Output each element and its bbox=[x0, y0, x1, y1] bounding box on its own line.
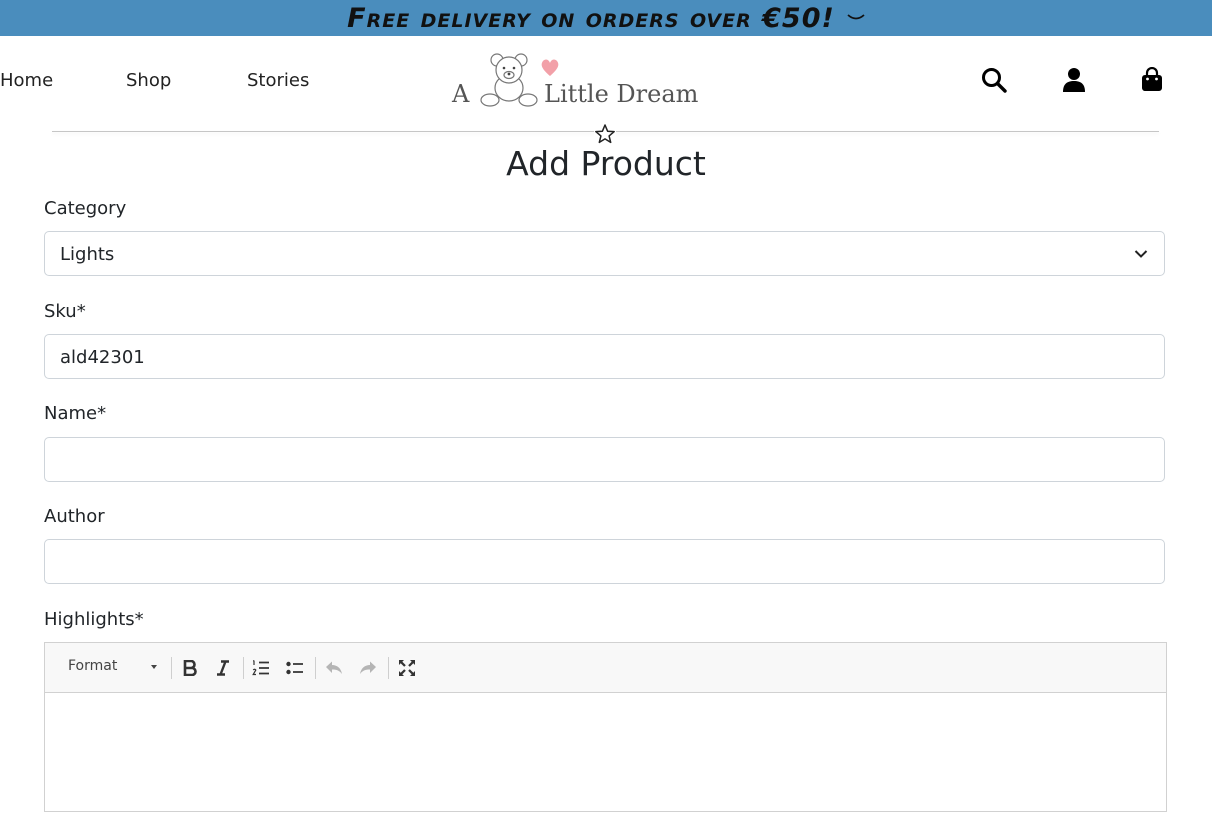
sku-label: Sku* bbox=[44, 301, 86, 322]
author-input[interactable] bbox=[44, 539, 1165, 584]
category-value: Lights bbox=[60, 244, 115, 265]
category-label: Category bbox=[44, 198, 127, 219]
search-button[interactable] bbox=[980, 65, 1008, 95]
heart-icon bbox=[541, 59, 559, 76]
category-select[interactable]: Lights bbox=[44, 231, 1165, 276]
editor-toolbar: Format bbox=[45, 643, 1166, 693]
star-outline-icon bbox=[594, 123, 616, 145]
sku-value: ald42301 bbox=[60, 347, 145, 368]
undo-icon bbox=[326, 661, 342, 674]
sku-input[interactable]: ald42301 bbox=[44, 334, 1165, 379]
site-logo[interactable]: A Little Dream bbox=[452, 50, 702, 112]
search-icon bbox=[982, 68, 1007, 93]
promo-banner[interactable]: Free delivery on orders over €50! bbox=[0, 0, 1212, 36]
undo-button[interactable] bbox=[323, 656, 345, 680]
nav-home[interactable]: Home bbox=[0, 70, 53, 91]
numbered-list-button[interactable] bbox=[250, 656, 272, 680]
redo-icon bbox=[360, 661, 376, 674]
cart-button[interactable] bbox=[1138, 65, 1166, 95]
name-input[interactable] bbox=[44, 437, 1165, 482]
logo-letter: A bbox=[452, 80, 470, 108]
numbered-list-icon bbox=[252, 660, 269, 676]
page-title: Add Product bbox=[506, 144, 706, 183]
nav-stories[interactable]: Stories bbox=[247, 70, 309, 91]
bulleted-list-icon bbox=[286, 661, 303, 675]
maximize-icon bbox=[399, 660, 415, 676]
name-label: Name* bbox=[44, 403, 107, 424]
chevron-down-icon[interactable] bbox=[847, 13, 865, 23]
editor-content-area[interactable] bbox=[45, 693, 1166, 813]
toolbar-separator bbox=[243, 657, 244, 679]
teddy-bear-icon bbox=[480, 53, 538, 107]
caret-down-icon bbox=[151, 665, 157, 669]
italic-icon bbox=[217, 660, 229, 676]
promo-text: Free delivery on orders over €50! bbox=[347, 2, 835, 34]
bulleted-list-button[interactable] bbox=[284, 656, 306, 680]
chevron-down-icon bbox=[1134, 250, 1148, 258]
toolbar-separator bbox=[315, 657, 316, 679]
toolbar-separator bbox=[171, 657, 172, 679]
user-icon bbox=[1063, 68, 1085, 92]
format-dropdown[interactable]: Format bbox=[68, 658, 117, 674]
highlights-editor[interactable]: Format bbox=[44, 642, 1167, 812]
redo-button[interactable] bbox=[357, 656, 379, 680]
highlights-label: Highlights* bbox=[44, 609, 144, 630]
bold-icon bbox=[183, 660, 197, 676]
account-button[interactable] bbox=[1060, 65, 1088, 95]
logo-name: Little Dream bbox=[544, 80, 699, 108]
toolbar-separator bbox=[388, 657, 389, 679]
author-label: Author bbox=[44, 506, 105, 527]
nav-shop[interactable]: Shop bbox=[126, 70, 171, 91]
italic-button[interactable] bbox=[212, 656, 234, 680]
bold-button[interactable] bbox=[179, 656, 201, 680]
shopping-bag-icon bbox=[1142, 67, 1162, 91]
maximize-button[interactable] bbox=[396, 656, 418, 680]
